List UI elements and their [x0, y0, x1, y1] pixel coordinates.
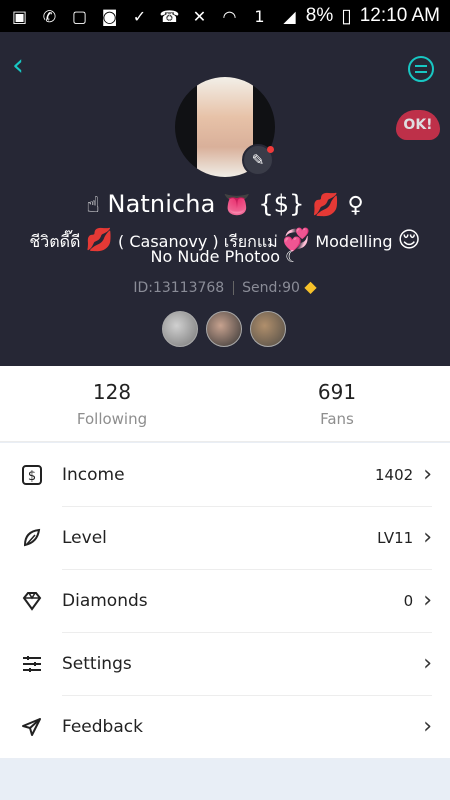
mute-icon: ✕ [192, 6, 207, 26]
settings-icon [20, 652, 44, 676]
tongue-emoji: 👅 [223, 193, 251, 218]
name-text: Natnicha [107, 190, 216, 218]
lips-emoji: 💋 [312, 193, 340, 218]
bio-line-2: No Nude Photoo ☾ [0, 247, 450, 266]
send-count: Send:90 [242, 280, 300, 296]
call-icon: ☎ [159, 6, 180, 26]
settings-row[interactable]: Settings › [0, 632, 450, 695]
divider [232, 281, 234, 295]
level-row[interactable]: Level LV11 › [0, 506, 450, 569]
id-send-line: ID:13113768 Send:90 ◆ [0, 277, 450, 296]
chevron-right-icon: › [423, 714, 432, 739]
moon-emoji: ☾ [285, 247, 300, 266]
feedback-label: Feedback [62, 716, 143, 737]
status-bar: ▣ ✆ ▢ ◙ ✓ ☎ ✕ ◠ 1 ◢ 8% ▯ 12:10 AM [0, 0, 450, 32]
fan-avatar-3[interactable] [250, 311, 286, 347]
phone-icon: ✆ [42, 6, 57, 26]
profile-menu: $ Income 1402 › Level LV11 › Diamonds 0 … [0, 443, 450, 758]
diamond-icon [20, 589, 44, 613]
message-button[interactable] [408, 56, 434, 82]
wifi-icon: ◠ [222, 6, 237, 26]
check-icon: ✓ [132, 6, 147, 26]
clock-time: 12:10 AM [359, 5, 440, 26]
ok-badge[interactable]: OK! [396, 104, 440, 144]
chevron-right-icon: › [423, 525, 432, 550]
notification-dot [267, 146, 274, 153]
following-label: Following [76, 410, 148, 428]
fan-avatar-1[interactable] [162, 311, 198, 347]
chevron-right-icon: › [423, 651, 432, 676]
income-label: Income [62, 464, 125, 485]
sim-label: 1 [254, 6, 265, 26]
back-icon: ‹ [12, 48, 24, 83]
battery-icon: ▯ [341, 5, 352, 27]
feedback-row[interactable]: Feedback › [0, 695, 450, 758]
fans-count: 691 [317, 380, 357, 404]
chevron-right-icon: › [423, 588, 432, 613]
income-icon: $ [20, 463, 44, 487]
ok-badge-label: OK! [396, 110, 440, 140]
level-label: Level [62, 527, 107, 548]
svg-text:$: $ [28, 469, 36, 484]
diamonds-row[interactable]: Diamonds 0 › [0, 569, 450, 632]
display-name: ☝ Natnicha 👅 {$} 💋 ♀ [0, 190, 450, 218]
bottom-spacer [0, 760, 450, 800]
image-icon: ▢ [71, 6, 88, 26]
diamonds-value: 0 [403, 591, 414, 610]
back-button[interactable]: ‹ [12, 51, 40, 81]
signal-icon: ◢ [283, 6, 296, 26]
female-symbol: ♀ [347, 193, 364, 218]
finger-emoji: ☝ [86, 193, 100, 218]
message-icon [415, 65, 427, 73]
stats-bar: 128 Following 691 Fans [0, 366, 450, 442]
profile-header: ‹ OK! ✎ ☝ Natnicha 👅 {$} 💋 ♀ ชีวิตดี๊ดี … [0, 32, 450, 366]
settings-label: Settings [62, 653, 132, 674]
top-fans [162, 311, 286, 347]
fans-label: Fans [320, 410, 354, 428]
income-row[interactable]: $ Income 1402 › [0, 443, 450, 506]
message-icon: ▣ [11, 6, 28, 26]
fans-stat[interactable]: 691 Fans [277, 380, 397, 428]
user-id: ID:13113768 [133, 280, 225, 296]
diamond-icon: ◆ [304, 277, 317, 296]
chevron-right-icon: › [423, 462, 432, 487]
following-stat[interactable]: 128 Following [52, 380, 172, 428]
feedback-icon [20, 715, 44, 739]
following-count: 128 [92, 380, 132, 404]
battery-percent: 8% [305, 5, 334, 26]
pencil-icon: ✎ [251, 151, 265, 169]
bio-line2-text: No Nude Photoo [150, 247, 281, 266]
app-icon: ◙ [101, 6, 118, 26]
dollar-tag: {$} [258, 190, 305, 218]
income-value: 1402 [375, 465, 414, 484]
level-icon [20, 526, 44, 550]
diamonds-label: Diamonds [62, 590, 148, 611]
level-value: LV11 [377, 528, 414, 547]
fan-avatar-2[interactable] [206, 311, 242, 347]
